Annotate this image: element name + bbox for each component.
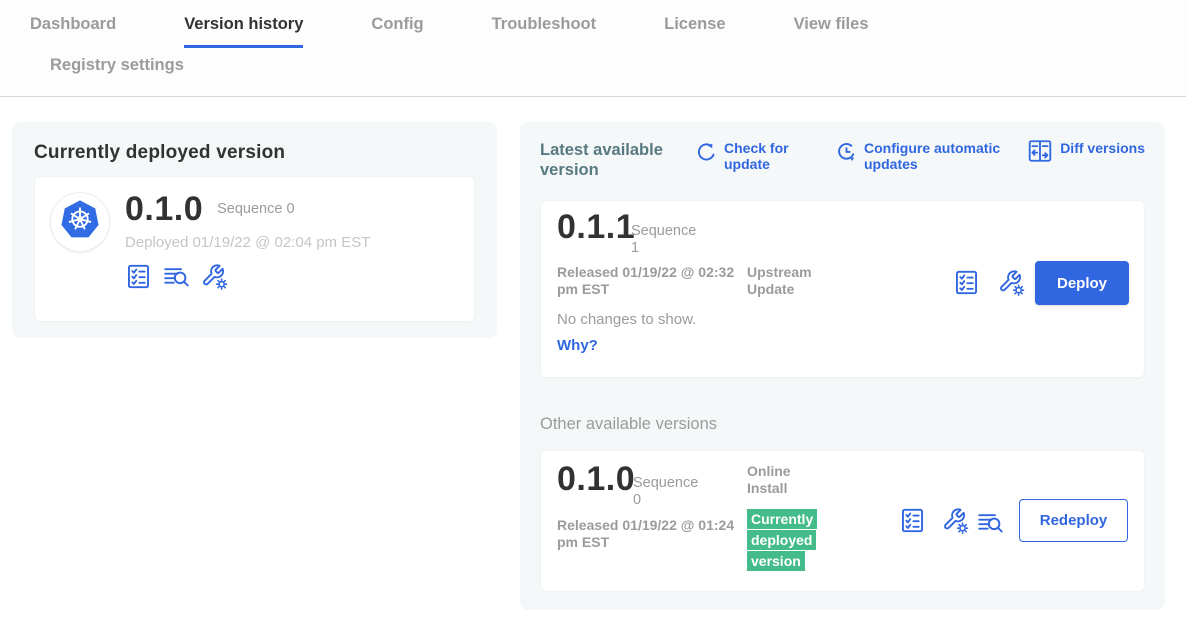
refresh-arrow-icon [696, 141, 717, 162]
latest-available-title: Latest available version [540, 140, 692, 180]
diff-columns-icon [1027, 138, 1053, 164]
deploy-button[interactable]: Deploy [1035, 261, 1129, 305]
other-source-label: Online Install [747, 463, 807, 497]
other-version-card: 0.1.0 Sequence 0 Online Install Released… [540, 450, 1145, 592]
check-for-update-link[interactable]: Check for update [696, 140, 796, 172]
preflight-checklist-icon[interactable] [899, 507, 926, 534]
latest-released-timestamp: Released 01/19/22 @ 02:32 pm EST [557, 264, 739, 298]
currently-deployed-panel: Currently deployed version [12, 122, 497, 338]
kubernetes-logo-icon [55, 195, 105, 250]
header-links: Check for update Configure automatic upd… [692, 140, 1145, 172]
latest-source-label: Upstream Update [747, 264, 842, 298]
no-changes-text: No changes to show. [557, 311, 696, 328]
tab-registry-settings[interactable]: Registry settings [50, 56, 184, 88]
latest-version-card: 0.1.1 Sequence 1 Released 01/19/22 @ 02:… [540, 200, 1145, 378]
tab-troubleshoot[interactable]: Troubleshoot [492, 15, 597, 48]
other-sequence-label: Sequence 0 [633, 475, 705, 509]
deployed-sequence-label: Sequence 0 [217, 201, 294, 218]
edit-config-icon[interactable] [201, 263, 228, 290]
tab-version-history[interactable]: Version history [184, 15, 303, 48]
other-released-timestamp: Released 01/19/22 @ 01:24 pm EST [557, 517, 739, 551]
latest-sequence-label: Sequence 1 [631, 223, 703, 257]
top-navigation: Dashboard Version history Config Trouble… [0, 0, 1186, 97]
deployed-version-details: 0.1.0 Sequence 0 Deployed 01/19/22 @ 02:… [125, 191, 370, 290]
tab-license[interactable]: License [664, 15, 725, 48]
deployed-version-number: 0.1.0 [125, 191, 203, 227]
redeploy-button[interactable]: Redeploy [1019, 499, 1128, 542]
currently-deployed-badge: Currently deployed version [747, 509, 825, 572]
preflight-checklist-icon[interactable] [125, 263, 152, 290]
preflight-checklist-icon[interactable] [953, 269, 980, 296]
latest-available-header: Latest available version Check for updat… [540, 140, 1145, 180]
deploy-logs-icon[interactable] [163, 263, 190, 290]
latest-version-number: 0.1.1 [557, 209, 635, 245]
app-icon-badge [51, 193, 109, 251]
diff-versions-link[interactable]: Diff versions [1027, 140, 1145, 164]
currently-deployed-badge-text: Currently deployed version [747, 509, 817, 571]
nav-row-1: Dashboard Version history Config Trouble… [0, 15, 1186, 48]
scheduled-update-icon [836, 141, 857, 162]
edit-config-icon[interactable] [998, 269, 1025, 296]
configure-automatic-updates-label: Configure automatic updates [864, 140, 1004, 172]
deployed-timestamp: Deployed 01/19/22 @ 02:04 pm EST [125, 234, 370, 251]
edit-config-icon[interactable] [942, 507, 969, 534]
other-version-number: 0.1.0 [557, 461, 635, 497]
deploy-logs-icon[interactable] [977, 509, 1004, 536]
nav-row-2: Registry settings [0, 56, 1186, 75]
latest-available-panel: Latest available version Check for updat… [520, 122, 1165, 610]
tab-view-files[interactable]: View files [794, 15, 869, 48]
diff-versions-label: Diff versions [1060, 140, 1145, 156]
other-versions-title: Other available versions [540, 415, 1145, 434]
configure-automatic-updates-link[interactable]: Configure automatic updates [836, 140, 1004, 172]
main-content: Currently deployed version [0, 97, 1186, 639]
why-link[interactable]: Why? [557, 337, 598, 354]
check-for-update-label: Check for update [724, 140, 796, 172]
tab-config[interactable]: Config [371, 15, 423, 48]
tab-dashboard[interactable]: Dashboard [30, 15, 116, 48]
deployed-version-card: 0.1.0 Sequence 0 Deployed 01/19/22 @ 02:… [34, 176, 475, 322]
currently-deployed-title: Currently deployed version [34, 142, 475, 164]
